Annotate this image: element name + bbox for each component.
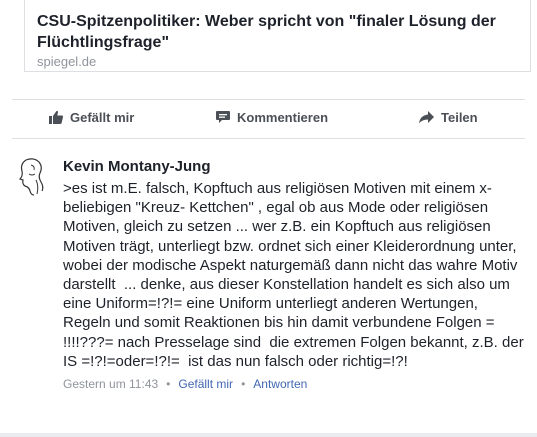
avatar[interactable] [12,156,52,196]
share-arrow-icon [419,111,434,124]
comment-author[interactable]: Kevin Montany-Jung [63,158,525,176]
comment-timestamp[interactable]: Gestern um 11:43 [63,377,158,391]
link-domain: spiegel.de [37,54,97,69]
comment-like-link[interactable]: Gefällt mir [178,377,233,391]
divider [12,138,525,139]
link-title[interactable]: CSU-Spitzenpolitiker: Weber spricht von … [37,11,497,53]
link-preview[interactable]: CSU-Spitzenpolitiker: Weber spricht von … [24,0,531,72]
separator-dot: • [241,377,246,392]
comment-body: Kevin Montany-Jung >es ist m.E. falsch, … [63,158,525,391]
comment-meta: Gestern um 11:43 • Gefällt mir • Antwort… [63,377,525,391]
comment-reply-link[interactable]: Antworten [253,377,307,391]
post-actions: Gefällt mir Kommentieren Teilen [0,100,537,136]
bottom-border [0,433,537,437]
like-button[interactable]: Gefällt mir [48,109,134,125]
post-card: CSU-Spitzenpolitiker: Weber spricht von … [0,0,537,437]
thumbs-up-icon [49,110,64,124]
comment-icon [216,111,230,123]
comment-label: Kommentieren [237,109,329,125]
like-label: Gefällt mir [70,109,135,125]
comment-text: >es ist m.E. falsch, Kopftuch aus religi… [63,180,528,370]
separator-dot: • [166,377,171,392]
share-label: Teilen [441,109,478,125]
comment-button[interactable]: Kommentieren [215,109,328,125]
share-button[interactable]: Teilen [418,109,478,125]
